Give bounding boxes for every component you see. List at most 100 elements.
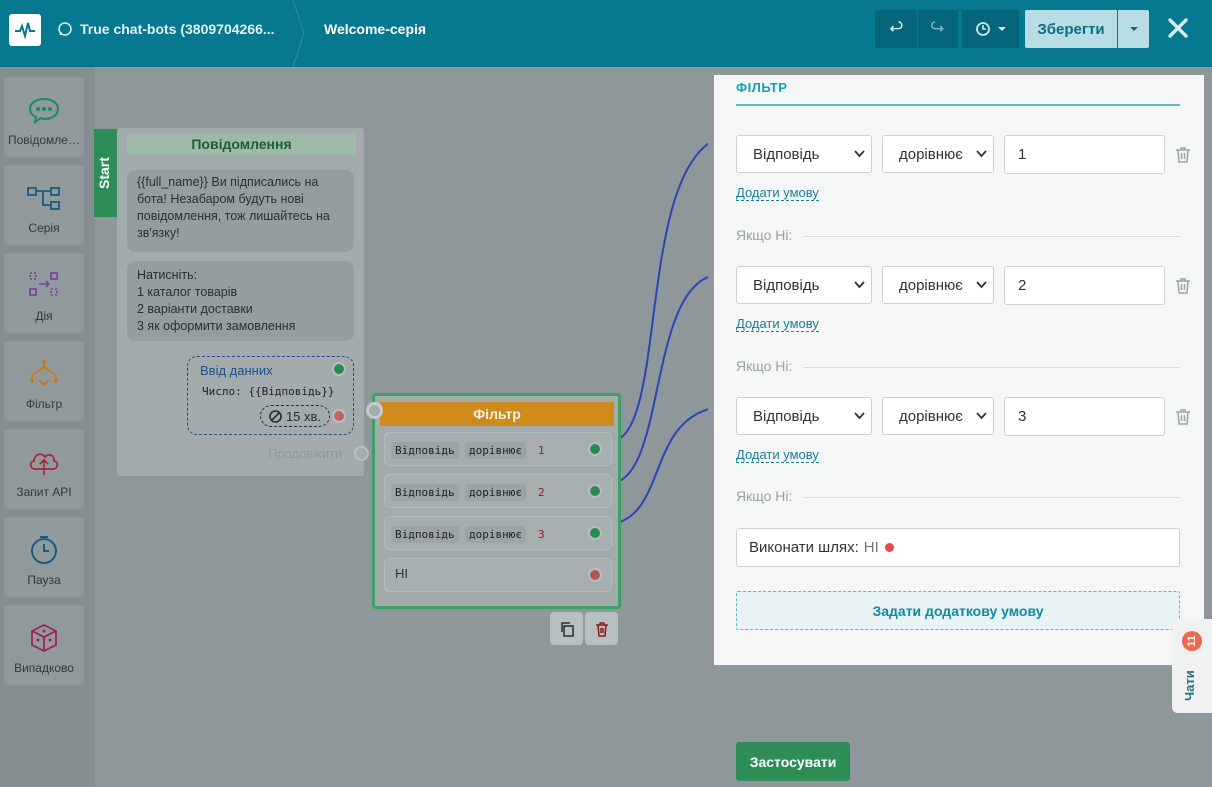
filter-node-row[interactable]: Відповідь дорівнює 1 — [384, 432, 612, 466]
message-node-title: Повідомлення — [127, 133, 356, 155]
chevron-down-icon — [854, 412, 865, 420]
sidebar-item-series[interactable]: Серія — [4, 165, 84, 245]
apply-button[interactable]: Застосувати — [736, 742, 850, 781]
no-branch-label: НІ — [395, 566, 408, 581]
no-entry-icon — [269, 409, 282, 423]
breadcrumb-separator — [292, 0, 305, 67]
redo-button[interactable] — [918, 10, 958, 48]
delete-node-button[interactable] — [585, 612, 618, 645]
add-condition-link[interactable]: Додати умову — [736, 185, 819, 201]
message-bubble-2[interactable]: Натисніть: 1 каталог товарів 2 варіанти … — [127, 261, 354, 341]
bubble-line: 2 варіанти доставки — [137, 302, 253, 316]
sidebar-item-message[interactable]: Повідомлення — [4, 77, 84, 157]
sidebar-item-label: Повідомлення — [8, 133, 84, 147]
condition-operator: дорівнює — [465, 484, 526, 501]
filter-node-row-no[interactable]: НІ — [384, 558, 612, 592]
output-port-red[interactable] — [588, 568, 602, 582]
sidebar-item-filter[interactable]: Фільтр — [4, 341, 84, 421]
sidebar-item-api[interactable]: Запит API — [4, 429, 84, 509]
chat-icon — [28, 97, 60, 125]
condition-field: Відповідь — [391, 526, 459, 543]
condition-operator-select[interactable]: дорівнює — [882, 266, 994, 304]
action-icon — [29, 272, 58, 296]
undo-button[interactable] — [875, 10, 917, 48]
save-dropdown-button[interactable] — [1118, 10, 1149, 48]
condition-operator: дорівнює — [465, 526, 526, 543]
output-port-green[interactable] — [588, 484, 602, 498]
else-label: Якщо Ні: — [736, 488, 793, 504]
close-icon[interactable] — [1166, 16, 1190, 40]
condition-operator-select[interactable]: дорівнює — [882, 397, 994, 435]
message-bubble-1[interactable]: {{full_name}} Ви підписались на бота! Не… — [127, 170, 354, 252]
output-port-red[interactable] — [332, 409, 346, 423]
execute-path-select[interactable]: Виконати шлях: НІ — [736, 528, 1180, 567]
sidebar-item-label: Серія — [28, 221, 60, 235]
output-port-green[interactable] — [332, 362, 346, 376]
trash-icon[interactable] — [1175, 277, 1191, 294]
condition-field: Відповідь — [391, 442, 459, 459]
chevron-down-icon — [976, 281, 987, 289]
red-dot-icon — [884, 543, 894, 552]
history-icon — [975, 22, 990, 36]
filter-input-port[interactable] — [366, 402, 383, 419]
continue-label: Продовжити — [268, 446, 343, 461]
timeout-badge[interactable]: 15 хв. — [260, 405, 330, 427]
condition-value-input[interactable]: 3 — [1004, 397, 1165, 436]
output-port-green[interactable] — [588, 442, 602, 456]
history-button[interactable] — [962, 10, 1019, 48]
save-button[interactable]: Зберегти — [1025, 10, 1117, 48]
condition-field-select[interactable]: Відповідь — [736, 135, 872, 173]
select-value: дорівнює — [899, 276, 963, 294]
chats-count-badge: 11 — [1182, 631, 1202, 651]
filter-node-row[interactable]: Відповідь дорівнює 3 — [384, 516, 612, 550]
condition-field-select[interactable]: Відповідь — [736, 397, 872, 435]
dice-icon — [31, 623, 57, 653]
filter-node-title: Фільтр — [380, 402, 614, 426]
condition-field-select[interactable]: Відповідь — [736, 266, 872, 304]
select-value: Відповідь — [753, 276, 820, 294]
filter-node-row[interactable]: Відповідь дорівнює 2 — [384, 474, 612, 508]
copy-node-button[interactable] — [550, 612, 583, 645]
start-tab: Start — [94, 129, 119, 217]
trash-icon[interactable] — [1175, 408, 1191, 425]
sidebar-item-label: Запит API — [16, 485, 72, 499]
continue-port[interactable] — [354, 446, 369, 461]
chevron-down-icon — [997, 27, 1006, 31]
app-logo[interactable] — [9, 14, 41, 46]
breadcrumb-bot[interactable]: True chat-bots (3809704266... — [58, 0, 300, 58]
top-bar: True chat-bots (3809704266... Welcome-се… — [0, 0, 1212, 67]
filter-node[interactable]: Фільтр Відповідь дорівнює 1 Відповідь до… — [372, 393, 621, 609]
sidebar-item-label: Пауза — [27, 573, 61, 587]
chats-tab[interactable]: 11 Чати — [1172, 619, 1212, 713]
sidebar-item-pause[interactable]: Пауза — [4, 517, 84, 597]
sidebar-item-label: Дія — [35, 309, 53, 323]
condition-value-input[interactable]: 2 — [1004, 266, 1165, 305]
start-label: Start — [96, 157, 112, 189]
condition-value-input[interactable]: 1 — [1004, 135, 1165, 174]
select-value: Відповідь — [753, 145, 820, 163]
execute-path-value: НІ — [863, 539, 879, 556]
sidebar-item-random[interactable]: Випадково — [4, 605, 84, 685]
data-input-block[interactable]: Ввід данних Число: {{Відповідь}} 15 хв. — [187, 356, 354, 435]
sidebar-item-action[interactable]: Дія — [4, 253, 84, 333]
sidebar-item-label: Випадково — [14, 661, 74, 675]
divider — [803, 236, 1180, 237]
breadcrumb-flow[interactable]: Welcome-серія — [324, 0, 426, 58]
condition-operator-select[interactable]: дорівнює — [882, 135, 994, 173]
add-extra-condition-button[interactable]: Задати додаткову умову — [736, 591, 1180, 630]
add-condition-link[interactable]: Додати умову — [736, 316, 819, 332]
trash-icon[interactable] — [1175, 146, 1191, 163]
panel-title-underline — [736, 104, 1180, 106]
bubble-line: Натисніть: — [137, 268, 198, 282]
sidebar: Повідомлення Серія Дія Фільтр Запит API … — [0, 67, 95, 787]
add-condition-link[interactable]: Додати умову — [736, 447, 819, 463]
chevron-down-icon — [976, 412, 987, 420]
condition-field: Відповідь — [391, 484, 459, 501]
select-value: Відповідь — [753, 407, 820, 425]
output-port-green[interactable] — [588, 526, 602, 540]
condition-operator: дорівнює — [465, 442, 526, 459]
clock-icon — [31, 536, 57, 564]
data-input-type: Число: {{Відповідь}} — [202, 385, 335, 398]
timeout-value: 15 хв. — [285, 408, 322, 424]
chevron-down-icon — [976, 150, 987, 158]
